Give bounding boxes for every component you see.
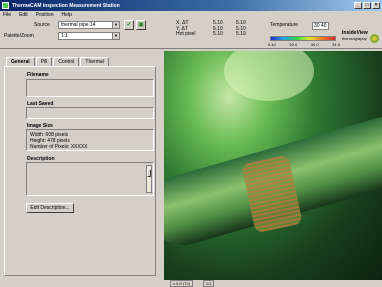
camera-icon[interactable]: ▣ bbox=[136, 20, 146, 30]
temperature-value[interactable]: 30 40 bbox=[312, 22, 329, 30]
logo-icon bbox=[370, 34, 379, 43]
readout-label: Hot pixel bbox=[176, 31, 196, 37]
menu-help[interactable]: Help bbox=[61, 12, 71, 18]
image-highlight bbox=[224, 51, 314, 101]
temperature-label: Temperature bbox=[270, 22, 299, 28]
readout-col2: 5.10 5.10 5.10 bbox=[236, 20, 246, 38]
menu-position[interactable]: Position bbox=[36, 12, 54, 18]
status-zoom: 1/1 bbox=[202, 280, 215, 287]
check-icon[interactable]: ✔ bbox=[124, 20, 134, 30]
palette-label: Palette/Zoom bbox=[4, 33, 34, 39]
scale-label: 30.0 bbox=[310, 42, 319, 47]
description-scrollbar[interactable] bbox=[146, 165, 152, 193]
properties-panel: Filename Last Saved Image Size Width: 60… bbox=[4, 66, 156, 276]
readout-labels: X, ΔT Y, ΔT Hot pixel bbox=[176, 20, 196, 38]
window-title: ThermaCAM Inspection Measurement Station bbox=[12, 2, 120, 9]
tab-general[interactable]: General bbox=[6, 57, 35, 66]
menu-bar: File Edit Position Help bbox=[0, 11, 382, 19]
tab-strip: General Pill Control Thermal bbox=[6, 57, 110, 66]
pixel-count: Number of Pixels: XXXXX bbox=[30, 144, 88, 150]
readout-value: 5.10 bbox=[236, 31, 246, 37]
source-value: thermal pipe 14 bbox=[61, 22, 96, 28]
scale-label: 5.10 bbox=[268, 42, 276, 47]
status-bar: x 0.0 (72) 1/1 bbox=[164, 280, 382, 287]
chevron-down-icon: ▼ bbox=[112, 22, 119, 28]
palette-value: 1:1 bbox=[61, 33, 68, 39]
close-button[interactable]: × bbox=[372, 2, 380, 9]
chevron-down-icon: ▼ bbox=[112, 33, 119, 39]
menu-edit[interactable]: Edit bbox=[19, 12, 28, 18]
maximize-button[interactable]: □ bbox=[363, 2, 371, 9]
scale-label: 20.0 bbox=[289, 42, 298, 47]
thermal-image[interactable] bbox=[164, 51, 382, 280]
scrollbar-thumb[interactable] bbox=[147, 169, 151, 177]
image-size-field: Width: 608 pixels Height: 478 pixels Num… bbox=[26, 129, 154, 151]
status-coords: x 0.0 (72) bbox=[170, 280, 193, 287]
source-select[interactable]: thermal pipe 14 ▼ bbox=[58, 21, 120, 29]
palette-select[interactable]: 1:1 ▼ bbox=[58, 32, 120, 40]
readout-value: 5.10 bbox=[213, 31, 223, 37]
app-icon bbox=[2, 2, 9, 9]
color-scale-bar bbox=[270, 36, 336, 41]
color-scale-labels: 5.10 20.0 30.0 31.0 bbox=[268, 42, 340, 47]
filename-label: Filename bbox=[27, 72, 49, 78]
brand-subtitle: thermography bbox=[342, 36, 367, 41]
description-field[interactable] bbox=[26, 162, 154, 196]
tab-control[interactable]: Control bbox=[53, 57, 80, 66]
source-label: Source bbox=[34, 22, 50, 28]
filename-field bbox=[26, 79, 154, 97]
scale-label: 31.0 bbox=[332, 42, 340, 47]
minimize-button[interactable]: _ bbox=[354, 2, 362, 9]
tab-thermal[interactable]: Thermal bbox=[80, 57, 109, 66]
menu-file[interactable]: File bbox=[3, 12, 11, 18]
readout-col1: 5.10 5.10 5.10 bbox=[213, 20, 223, 38]
edit-description-button[interactable]: Edit Description... bbox=[26, 203, 74, 213]
title-bar: ThermaCAM Inspection Measurement Station… bbox=[0, 0, 382, 11]
tab-pill[interactable]: Pill bbox=[35, 57, 53, 66]
last-saved-field bbox=[26, 107, 154, 119]
